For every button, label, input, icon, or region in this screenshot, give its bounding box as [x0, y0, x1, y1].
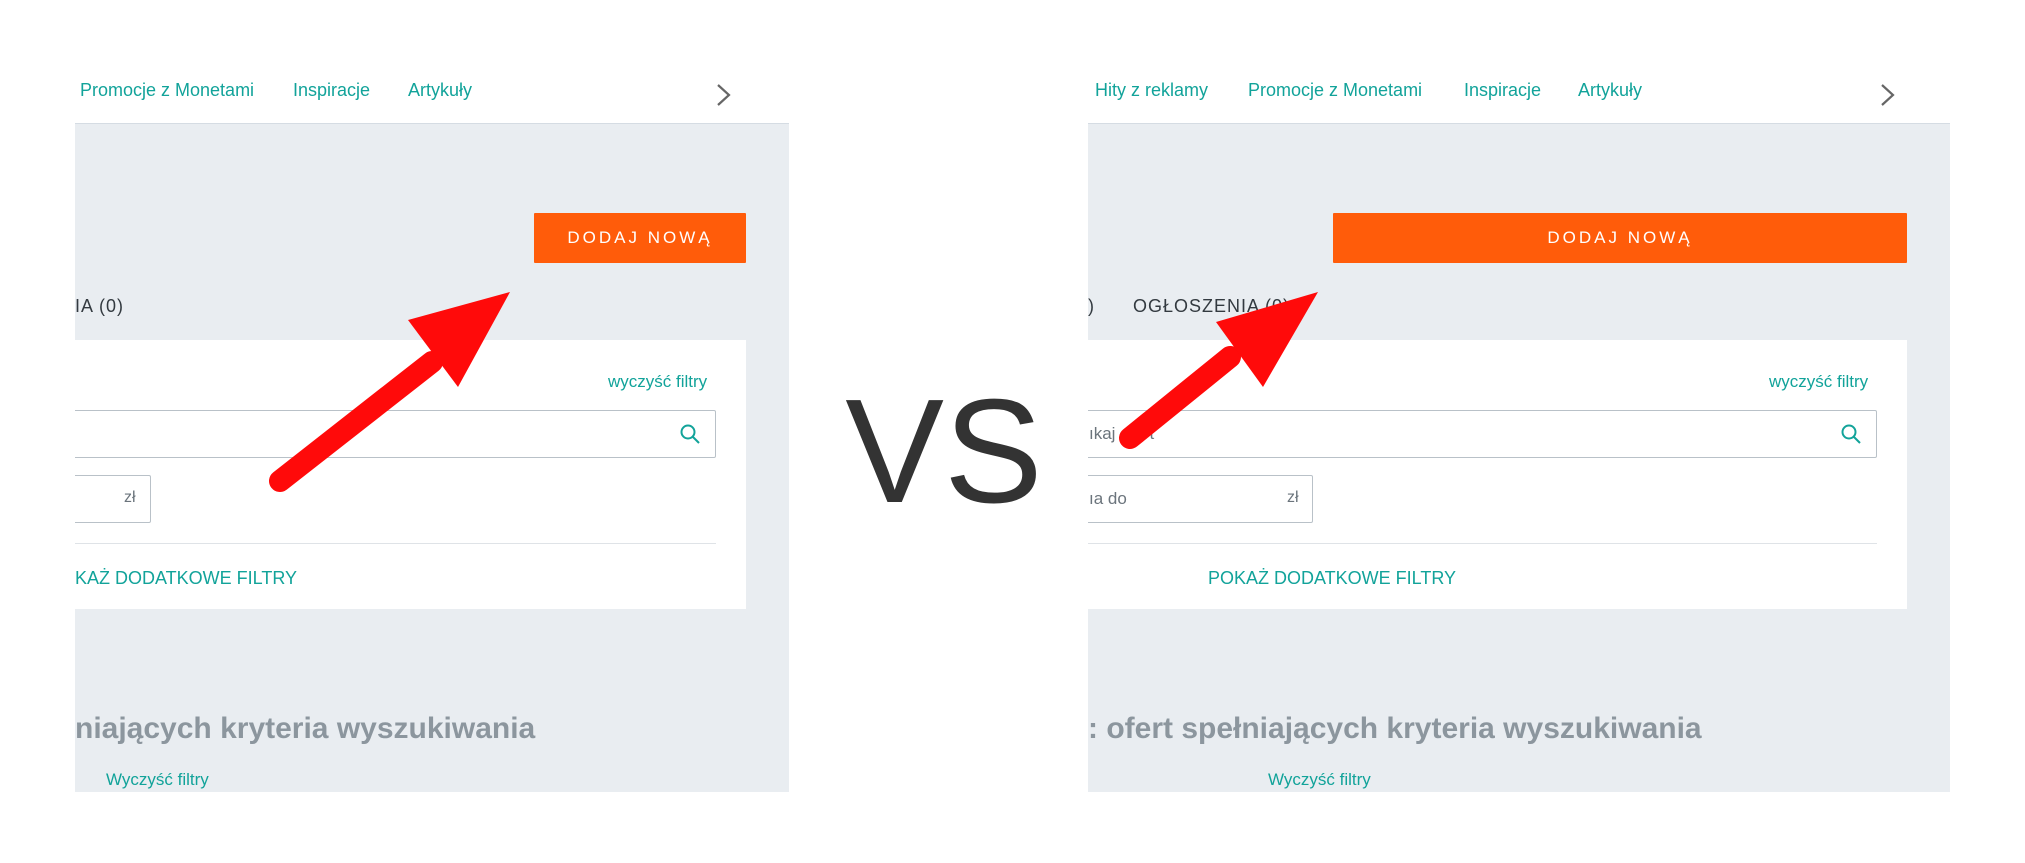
- clear-filters-link[interactable]: wyczyść filtry: [1769, 372, 1868, 392]
- search-icon[interactable]: [679, 423, 701, 445]
- vs-label: VS: [845, 369, 1043, 534]
- tab-previous-fragment[interactable]: ): [1088, 296, 1095, 317]
- results-heading: niających kryteria wyszukiwania: [75, 712, 536, 745]
- tab-ogloszenia[interactable]: OGŁOSZENIA (0): [1133, 296, 1290, 317]
- show-more-filters-link[interactable]: POKAŻ DODATKOWE FILTRY: [1208, 568, 1456, 589]
- search-input[interactable]: [75, 410, 716, 458]
- clear-filters-link-2[interactable]: Wyczyść filtry: [106, 770, 209, 790]
- nav-link-artykuly[interactable]: Artykuły: [408, 80, 472, 101]
- chevron-right-icon[interactable]: [1877, 82, 1899, 108]
- search-icon[interactable]: [1840, 423, 1862, 445]
- nav-link-promocje[interactable]: Promocje z Monetami: [80, 80, 254, 101]
- nav-link-inspiracje[interactable]: Inspiracje: [293, 80, 370, 101]
- clear-filters-link-2[interactable]: Wyczyść filtry: [1268, 770, 1371, 790]
- filter-divider: [1088, 543, 1877, 544]
- currency-unit: zł: [124, 489, 136, 506]
- add-new-button[interactable]: DODAJ NOWĄ: [1333, 213, 1907, 263]
- nav-link-hity[interactable]: Hity z reklamy: [1095, 80, 1208, 101]
- results-heading: : ofert spełniających kryteria wyszukiwa…: [1088, 712, 1702, 745]
- right-screenshot: Hity z reklamy Promocje z Monetami Inspi…: [1088, 70, 1950, 792]
- nav-link-promocje[interactable]: Promocje z Monetami: [1248, 80, 1422, 101]
- tab-ogloszenia[interactable]: IA (0): [75, 296, 124, 317]
- chevron-right-icon[interactable]: [713, 82, 735, 108]
- currency-unit: zł: [1287, 489, 1299, 506]
- top-navigation: Promocje z Monetami Inspiracje Artykuły: [75, 70, 789, 124]
- price-to-field[interactable]: zł: [75, 475, 151, 523]
- top-navigation: Hity z reklamy Promocje z Monetami Inspi…: [1088, 70, 1950, 124]
- nav-link-artykuly[interactable]: Artykuły: [1578, 80, 1642, 101]
- search-input[interactable]: ıkaj ofert: [1088, 410, 1877, 458]
- left-screenshot: Promocje z Monetami Inspiracje Artykuły …: [75, 70, 789, 792]
- filter-divider: [75, 543, 716, 544]
- search-placeholder: ıkaj ofert: [1089, 424, 1155, 443]
- price-placeholder: ıa do: [1089, 489, 1127, 508]
- price-to-field[interactable]: ıa do zł: [1088, 475, 1313, 523]
- add-new-button[interactable]: DODAJ NOWĄ: [534, 213, 746, 263]
- show-more-filters-link[interactable]: KAŻ DODATKOWE FILTRY: [75, 568, 297, 589]
- clear-filters-link[interactable]: wyczyść filtry: [608, 372, 707, 392]
- nav-link-inspiracje[interactable]: Inspiracje: [1464, 80, 1541, 101]
